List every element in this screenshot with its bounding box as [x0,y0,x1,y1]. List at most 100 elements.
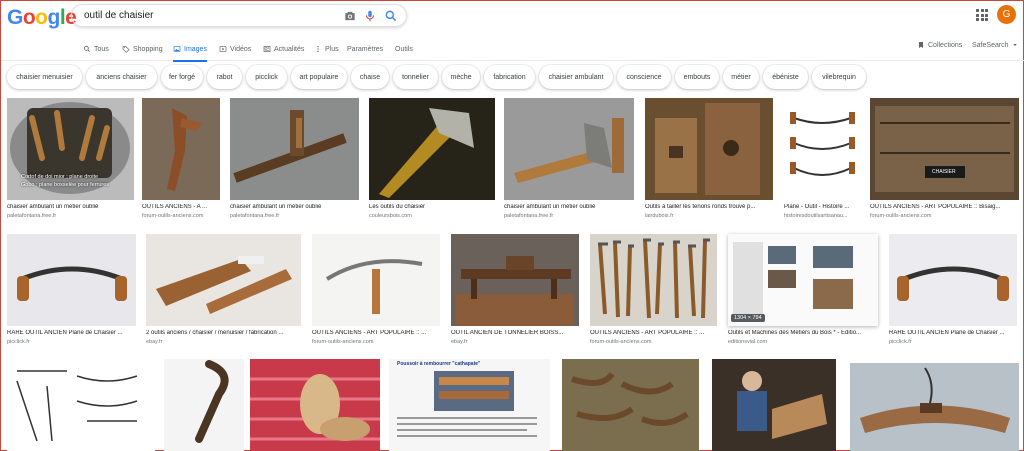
result-caption[interactable]: Outils et Machines des Métiers du Bois *… [728,330,878,336]
result-caption[interactable]: OUTILS ANCIENS - ART POPULAIRE :: ... [312,330,440,336]
result-caption[interactable]: RARE OUTIL ANCIEN Plane de Chaisier ... [7,330,136,336]
tab-images[interactable]: Images [173,37,207,62]
image-result[interactable] [164,359,244,451]
result-caption[interactable]: Les outils du chaisier [369,204,495,210]
image-result[interactable] [7,361,155,451]
image-result[interactable]: OUTIL ANCIEN DE TONNELIER BOISS... ebay.… [451,234,579,351]
result-source: editionsvial.com [728,339,768,345]
apps-grid-icon[interactable] [976,9,988,21]
image-result[interactable] [712,359,836,451]
result-thumbnail[interactable] [230,98,359,200]
result-source: paletafontana.free.fr [230,213,280,219]
result-caption[interactable]: 2 outils anciens / chaisier / menuisier … [146,330,301,336]
result-source: forum-outils-anciens.com [312,339,374,345]
result-thumbnail[interactable] [451,234,579,326]
result-thumbnail[interactable] [369,98,495,200]
result-caption[interactable]: Plane - Outil - Histoire ... [784,204,861,210]
image-result[interactable]: RARE OUTIL ANCIEN Plane de Chaisier ... … [7,234,136,351]
image-result[interactable]: 2 outils anciens / chaisier / menuisier … [146,234,301,351]
result-thumbnail[interactable]: CHAISIER [870,98,1019,200]
result-thumbnail[interactable] [164,359,244,451]
search-icon[interactable] [384,9,398,23]
image-result[interactable]: chaisier ambulant un métier oublié palet… [504,98,634,224]
result-caption[interactable]: OUTIL ANCIEN DE TONNELIER BOISS... [451,330,579,336]
tab-shopping[interactable]: Shopping [122,37,163,61]
chip-vilebrequin[interactable]: vilebrequin [812,65,866,89]
tab-label: Vidéos [230,45,252,53]
result-thumbnail[interactable]: Cortof de doi mior ; plane droite Gobo ;… [7,98,134,200]
result-caption[interactable]: RARE OUTIL ANCIEN Plane de Chaisier ... [889,330,1017,336]
tab-news[interactable]: Actualités [263,37,304,61]
chip-chaisier-ambulant[interactable]: chaisier ambulant [539,65,613,89]
chip-meche[interactable]: mèche [442,65,480,89]
result-thumbnail[interactable] [590,234,717,326]
search-input[interactable] [84,10,334,21]
result-thumbnail[interactable] [645,98,773,200]
chip-embouts[interactable]: embouts [675,65,719,89]
result-thumbnail[interactable] [889,234,1017,326]
chip-conscience[interactable]: conscience [617,65,671,89]
camera-icon[interactable] [343,9,357,23]
image-result[interactable] [562,359,699,451]
result-caption[interactable]: Outils à tailler les tenons ronds trouvé… [645,204,773,210]
image-result[interactable]: RARE OUTIL ANCIEN Plane de Chaisier ... … [889,234,1017,351]
safesearch-button[interactable]: SafeSearch [972,37,1018,53]
result-thumbnail[interactable] [7,234,136,326]
result-thumbnail[interactable] [250,359,380,451]
tab-videos[interactable]: Vidéos [219,37,251,61]
search-box [71,4,407,27]
result-thumbnail[interactable]: 1304 × 794 [728,234,878,326]
result-thumbnail[interactable] [784,98,861,200]
avatar[interactable]: G [997,5,1016,24]
image-result[interactable]: OUTILS ANCIENS - A ... forum-outils-anci… [142,98,220,224]
google-logo[interactable]: G o o g l e [7,6,77,30]
video-icon [219,46,227,52]
image-result[interactable]: CHAISIER OUTILS ANCIENS - ART POPULAIRE … [870,98,1019,224]
tab-label: Actualités [274,45,305,53]
chip-metier[interactable]: métier [723,65,759,89]
chip-rabot[interactable]: rabot [207,65,242,89]
result-caption[interactable]: chaisier ambulant un métier oublié [230,204,359,210]
image-result[interactable]: Plane - Outil - Histoire ... histoiresdo… [784,98,861,224]
result-caption[interactable]: chaisier ambulant un métier oublié [504,204,634,210]
result-thumbnail[interactable] [312,234,440,326]
chip-fabrication[interactable]: fabrication [484,65,535,89]
chip-anciens-chaisier[interactable]: anciens chaisier [86,65,157,89]
result-thumbnail[interactable] [850,363,1019,451]
image-result[interactable] [850,363,1019,451]
tab-more[interactable]: Plus [314,37,339,61]
tab-all[interactable]: Tous [83,37,109,61]
result-thumbnail[interactable] [7,361,155,451]
chip-ebeniste[interactable]: ébéniste [763,65,808,89]
result-thumbnail[interactable] [504,98,634,200]
chip-chaisier-menuisier[interactable]: chaisier menuisier [7,65,82,89]
image-result[interactable]: Les outils du chaisier couleursbois.com [369,98,495,224]
image-result[interactable]: 1304 × 794 Outils et Machines des Métier… [728,234,878,351]
result-thumbnail[interactable]: Poussoir à rembourrer "cathapate" [389,359,550,451]
chip-tonnelier[interactable]: tonnelier [393,65,438,89]
image-result[interactable]: Outils à tailler les tenons ronds trouvé… [645,98,773,224]
result-thumbnail[interactable] [142,98,220,200]
image-result[interactable] [250,359,380,451]
result-thumbnail[interactable] [712,359,836,451]
microphone-icon[interactable] [363,9,377,23]
result-caption[interactable]: OUTILS ANCIENS - ART POPULAIRE :: Bisaig… [870,204,1019,210]
image-result[interactable]: Poussoir à rembourrer "cathapate" [389,359,550,451]
tab-settings[interactable]: Paramètres [347,37,383,61]
image-result[interactable]: Cortof de doi mior ; plane droite Gobo ;… [7,98,134,224]
chip-fer-forge[interactable]: fer forgé [161,65,203,89]
result-caption[interactable]: OUTILS ANCIENS - A ... [142,204,220,210]
image-result[interactable]: OUTILS ANCIENS - ART POPULAIRE :: ... fo… [312,234,440,351]
image-result[interactable]: OUTILS ANCIENS - ART POPULAIRE :: ... fo… [590,234,717,351]
chip-art-populaire[interactable]: art populaire [291,65,347,89]
result-caption[interactable]: chaisier ambulant un métier oublié [7,204,134,210]
result-caption[interactable]: OUTILS ANCIENS - ART POPULAIRE :: ... [590,330,717,336]
result-thumbnail[interactable] [146,234,301,326]
tab-tools[interactable]: Outils [395,37,413,61]
chip-chaise[interactable]: chaise [351,65,389,89]
chip-picclick[interactable]: picclick [246,65,287,89]
collections-button[interactable]: Collections [917,37,962,53]
result-thumbnail[interactable] [562,359,699,451]
tab-label: Tous [94,45,109,53]
image-result[interactable]: chaisier ambulant un métier oublié palet… [230,98,359,224]
